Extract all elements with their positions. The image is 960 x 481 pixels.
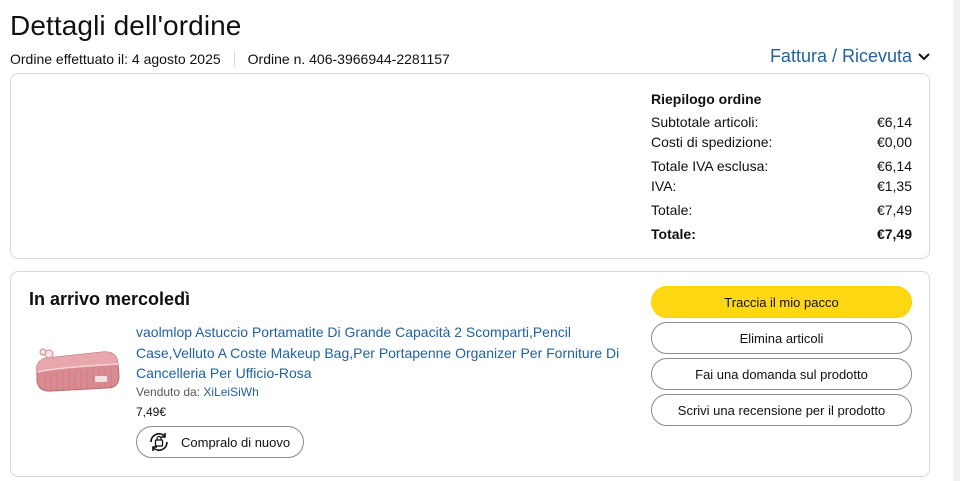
track-package-button[interactable]: Traccia il mio pacco [651,286,912,318]
seller-info: Venduto da: XiLeiSiWh [136,385,259,399]
product-title-link[interactable]: vaolmlop Astuccio Portamatite Di Grande … [136,322,636,384]
divider [233,51,235,67]
summary-row-vat: IVA: €1,35 [651,176,912,196]
shipment-actions: Traccia il mio pacco Elimina articoli Fa… [651,286,912,430]
summary-value: €7,49 [876,226,912,242]
summary-value: €6,14 [876,158,912,174]
order-number: Ordine n. 406-3966944-2281157 [247,51,450,67]
order-date: Ordine effettuato il: 4 agosto 2025 [10,51,221,67]
seller-label: Venduto da: [136,385,201,399]
summary-value: €7,49 [876,202,912,218]
buy-again-button[interactable]: Compralo di nuovo [136,426,304,458]
product-price: 7,49€ [136,405,167,419]
summary-label: Totale IVA esclusa: [651,158,769,174]
summary-label: IVA: [651,178,677,194]
shipment-card: In arrivo mercoledì vaolmlop Astuccio Po… [10,271,930,477]
summary-row-grand-total: Totale: €7,49 [651,224,912,244]
summary-row-shipping: Costi di spedizione: €0,00 [651,132,912,152]
order-meta: Ordine effettuato il: 4 agosto 2025 Ordi… [10,51,450,67]
summary-label: Totale: [651,226,696,242]
summary-row-total: Totale: €7,49 [651,200,912,220]
product-image[interactable] [31,342,123,392]
chevron-down-icon [918,52,930,60]
order-summary-card: Riepilogo ordine Subtotale articoli: €6,… [10,73,930,259]
page-title: Dettagli dell'ordine [10,10,242,41]
summary-label: Totale: [651,202,693,218]
order-summary: Riepilogo ordine Subtotale articoli: €6,… [651,91,912,244]
invoice-link-label: Fattura / Ricevuta [769,46,912,66]
write-review-button[interactable]: Scrivi una recensione per il prodotto [651,394,912,426]
buy-again-label: Compralo di nuovo [181,434,291,450]
ask-question-button[interactable]: Fai una domanda sul prodotto [651,358,912,390]
invoice-dropdown[interactable]: Fattura / Ricevuta [770,46,930,67]
summary-row-subtotal: Subtotale articoli: €6,14 [651,112,912,132]
summary-label: Costi di spedizione: [651,134,773,150]
summary-title: Riepilogo ordine [651,91,762,107]
summary-value: €1,35 [876,178,912,194]
remove-items-button[interactable]: Elimina articoli [651,322,912,354]
buy-again-icon [150,432,168,452]
delivery-status-heading: In arrivo mercoledì [29,289,191,309]
summary-value: €0,00 [876,134,912,150]
summary-label: Subtotale articoli: [651,114,759,130]
scrollbar[interactable] [953,0,960,481]
seller-link[interactable]: XiLeiSiWh [203,385,258,399]
summary-value: €6,14 [876,114,912,130]
summary-row-net-total: Totale IVA esclusa: €6,14 [651,156,912,176]
